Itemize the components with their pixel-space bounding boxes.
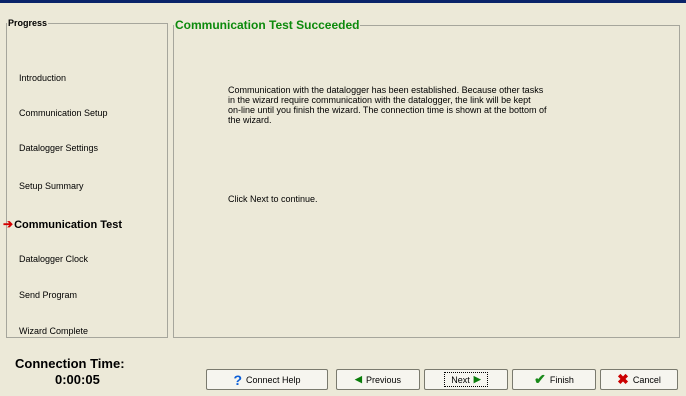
- right-triangle-icon: ▶: [473, 374, 481, 384]
- step-datalogger-clock: Datalogger Clock: [19, 254, 89, 264]
- message-line-3: on-line until you finish the wizard. The…: [228, 105, 547, 115]
- step-introduction: Introduction: [19, 73, 67, 83]
- connection-time-value: 0:00:05: [55, 372, 100, 387]
- step-communication-setup: Communication Setup: [19, 108, 108, 118]
- message-line-4: the wizard.: [228, 115, 272, 125]
- step-communication-test: ➔Communication Test: [3, 217, 122, 231]
- question-icon: ?: [233, 371, 242, 388]
- window-top-border: [0, 0, 686, 3]
- finish-label: Finish: [549, 374, 574, 385]
- cancel-label: Cancel: [632, 374, 661, 385]
- connection-time-label: Connection Time:: [15, 356, 125, 371]
- connect-help-label: Connect Help: [246, 374, 301, 385]
- next-focus-outline: Next ▶: [444, 372, 488, 387]
- check-icon: ✔: [534, 371, 546, 387]
- red-arrow-icon: ➔: [3, 217, 14, 231]
- message-line-1: Communication with the datalogger has be…: [228, 85, 544, 95]
- next-instruction: Click Next to continue.: [228, 194, 318, 204]
- red-x-icon: ✖: [617, 371, 629, 387]
- current-step-label: Communication Test: [14, 219, 123, 231]
- content-panel: Communication Test Succeeded Communicati…: [173, 18, 680, 338]
- cancel-button[interactable]: ✖ Cancel: [600, 369, 678, 390]
- content-title: Communication Test Succeeded: [175, 18, 360, 32]
- step-send-program: Send Program: [19, 290, 78, 300]
- left-triangle-icon: ◀: [355, 374, 362, 384]
- step-wizard-complete: Wizard Complete: [19, 326, 89, 336]
- progress-title: Progress: [8, 18, 48, 28]
- finish-button[interactable]: ✔ Finish: [512, 369, 596, 390]
- next-label: Next: [451, 374, 470, 385]
- previous-button[interactable]: ◀ Previous: [336, 369, 420, 390]
- next-button[interactable]: Next ▶: [424, 369, 508, 390]
- step-datalogger-settings: Datalogger Settings: [19, 143, 99, 153]
- previous-label: Previous: [365, 374, 401, 385]
- progress-panel: Progress Introduction Communication Setu…: [3, 18, 168, 338]
- status-message: Communication with the datalogger has be…: [228, 85, 668, 125]
- step-setup-summary: Setup Summary: [19, 181, 84, 191]
- message-line-2: in the wizard require communication with…: [228, 95, 531, 105]
- connect-help-button[interactable]: ? Connect Help: [206, 369, 328, 390]
